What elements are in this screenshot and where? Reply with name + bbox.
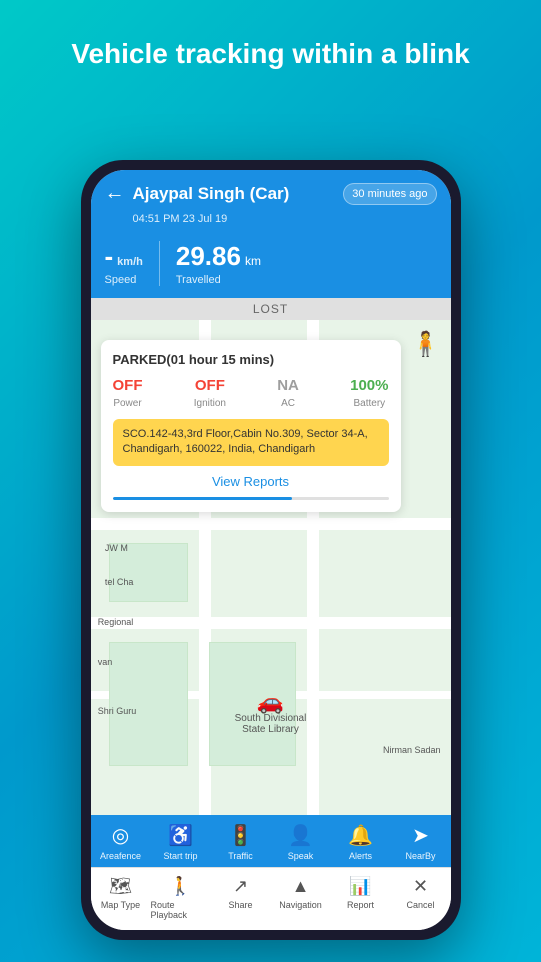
- navigation-icon: ▲: [292, 876, 310, 897]
- nav-speak[interactable]: 👤 Speak: [271, 823, 331, 861]
- map-type-icon: 🗺: [109, 876, 132, 897]
- bottom-nav-blue: ◎ Areafence ♿ Start trip 🚦 Traffic 👤 Spe…: [91, 815, 451, 867]
- phone-screen: ← Ajaypal Singh (Car) 30 minutes ago 04:…: [91, 170, 451, 930]
- speed-unit: km/h: [117, 256, 143, 268]
- progress-fill: [113, 497, 292, 500]
- nav-traffic[interactable]: 🚦 Traffic: [211, 823, 271, 861]
- alerts-icon: 🔔: [348, 823, 373, 848]
- time-badge: 30 minutes ago: [343, 183, 436, 205]
- cancel-label: Cancel: [406, 900, 434, 910]
- speak-label: Speak: [288, 851, 314, 861]
- nav-report[interactable]: 📊 Report: [331, 876, 391, 920]
- lost-banner: LOST: [91, 298, 451, 320]
- nav-map-type[interactable]: 🗺 Map Type: [91, 876, 151, 920]
- speed-label: Speed: [105, 274, 137, 286]
- alerts-label: Alerts: [349, 851, 372, 861]
- power-status: OFF Power: [113, 377, 143, 409]
- road-h1: [91, 518, 451, 530]
- map-label-van: van: [98, 657, 113, 667]
- speed-value: -: [105, 241, 114, 272]
- stat-divider: [159, 241, 160, 286]
- route-playback-label: Route Playback: [151, 900, 211, 920]
- nav-share[interactable]: ↗ Share: [211, 876, 271, 920]
- power-label: Power: [113, 398, 141, 409]
- report-icon: 📊: [349, 876, 371, 897]
- start-trip-icon: ♿: [168, 823, 193, 848]
- map-label-shri: Shri Guru: [98, 706, 137, 716]
- speed-stat: - km/h Speed: [105, 241, 143, 286]
- nav-alerts[interactable]: 🔔 Alerts: [331, 823, 391, 861]
- ignition-status: OFF Ignition: [194, 377, 226, 409]
- nav-cancel[interactable]: ✕ Cancel: [391, 876, 451, 920]
- ac-status: NA AC: [277, 377, 299, 409]
- map-label-jw: JW M: [105, 543, 128, 553]
- header-title: Ajaypal Singh (Car): [133, 184, 344, 204]
- stats-row: - km/h Speed 29.86 km Travelled: [91, 235, 451, 298]
- address-box: SCO.142-43,3rd Floor,Cabin No.309, Secto…: [113, 419, 389, 466]
- nav-areafence[interactable]: ◎ Areafence: [91, 823, 151, 861]
- back-button[interactable]: ←: [105, 182, 125, 205]
- share-label: Share: [228, 900, 252, 910]
- bottom-nav-white: 🗺 Map Type 🚶 Route Playback ↗ Share ▲ Na…: [91, 867, 451, 930]
- distance-label: Travelled: [176, 274, 221, 286]
- ignition-value: OFF: [195, 377, 225, 394]
- header: ← Ajaypal Singh (Car) 30 minutes ago 04:…: [91, 170, 451, 235]
- nav-route-playback[interactable]: 🚶 Route Playback: [151, 876, 211, 920]
- ac-label: AC: [281, 398, 295, 409]
- nav-navigation[interactable]: ▲ Navigation: [271, 876, 331, 920]
- map-area[interactable]: Bank JW M tel Cha Regional van Shri Guru…: [91, 320, 451, 815]
- phone-mockup: ← Ajaypal Singh (Car) 30 minutes ago 04:…: [81, 160, 461, 940]
- nearby-icon: ➤: [412, 823, 429, 848]
- navigation-label: Navigation: [279, 900, 322, 910]
- areafence-label: Areafence: [100, 851, 141, 861]
- battery-label: Battery: [353, 398, 385, 409]
- person-marker: 🧍: [411, 330, 441, 359]
- start-trip-label: Start trip: [163, 851, 197, 861]
- map-block-4: [109, 642, 188, 766]
- speak-icon: 👤: [288, 823, 313, 848]
- cancel-icon: ✕: [413, 876, 428, 897]
- info-card: PARKED(01 hour 15 mins) OFF Power OFF Ig…: [101, 340, 401, 512]
- traffic-icon: 🚦: [228, 823, 253, 848]
- nav-nearby[interactable]: ➤ NearBy: [391, 823, 451, 861]
- map-label-nirman: Nirman Sadan: [383, 745, 441, 755]
- traffic-label: Traffic: [228, 851, 253, 861]
- report-label: Report: [347, 900, 374, 910]
- progress-bar: [113, 497, 389, 500]
- distance-value: 29.86: [176, 241, 241, 272]
- map-type-label: Map Type: [101, 900, 140, 910]
- map-label-south-library: South DivisionalState Library: [235, 713, 307, 735]
- ignition-label: Ignition: [194, 398, 226, 409]
- parked-text: PARKED(01 hour 15 mins): [113, 352, 389, 367]
- road-h2: [91, 617, 451, 629]
- nearby-label: NearBy: [405, 851, 435, 861]
- nav-start-trip[interactable]: ♿ Start trip: [151, 823, 211, 861]
- car-marker: 🚗: [257, 689, 284, 715]
- hero-text: Vehicle tracking within a blink: [0, 0, 541, 92]
- areafence-icon: ◎: [112, 823, 129, 848]
- distance-stat: 29.86 km Travelled: [176, 241, 261, 286]
- header-subtitle: 04:51 PM 23 Jul 19: [133, 213, 437, 225]
- route-playback-icon: 🚶: [169, 876, 191, 897]
- ac-value: NA: [277, 377, 299, 394]
- map-label-hotel: tel Cha: [105, 577, 134, 587]
- view-reports-button[interactable]: View Reports: [113, 474, 389, 489]
- distance-unit: km: [245, 254, 261, 268]
- battery-value: 100%: [350, 377, 388, 394]
- battery-status: 100% Battery: [350, 377, 388, 409]
- share-icon: ↗: [233, 876, 248, 897]
- status-row: OFF Power OFF Ignition NA AC 100% Batter…: [113, 377, 389, 409]
- power-value: OFF: [113, 377, 143, 394]
- map-label-regional: Regional: [98, 617, 134, 627]
